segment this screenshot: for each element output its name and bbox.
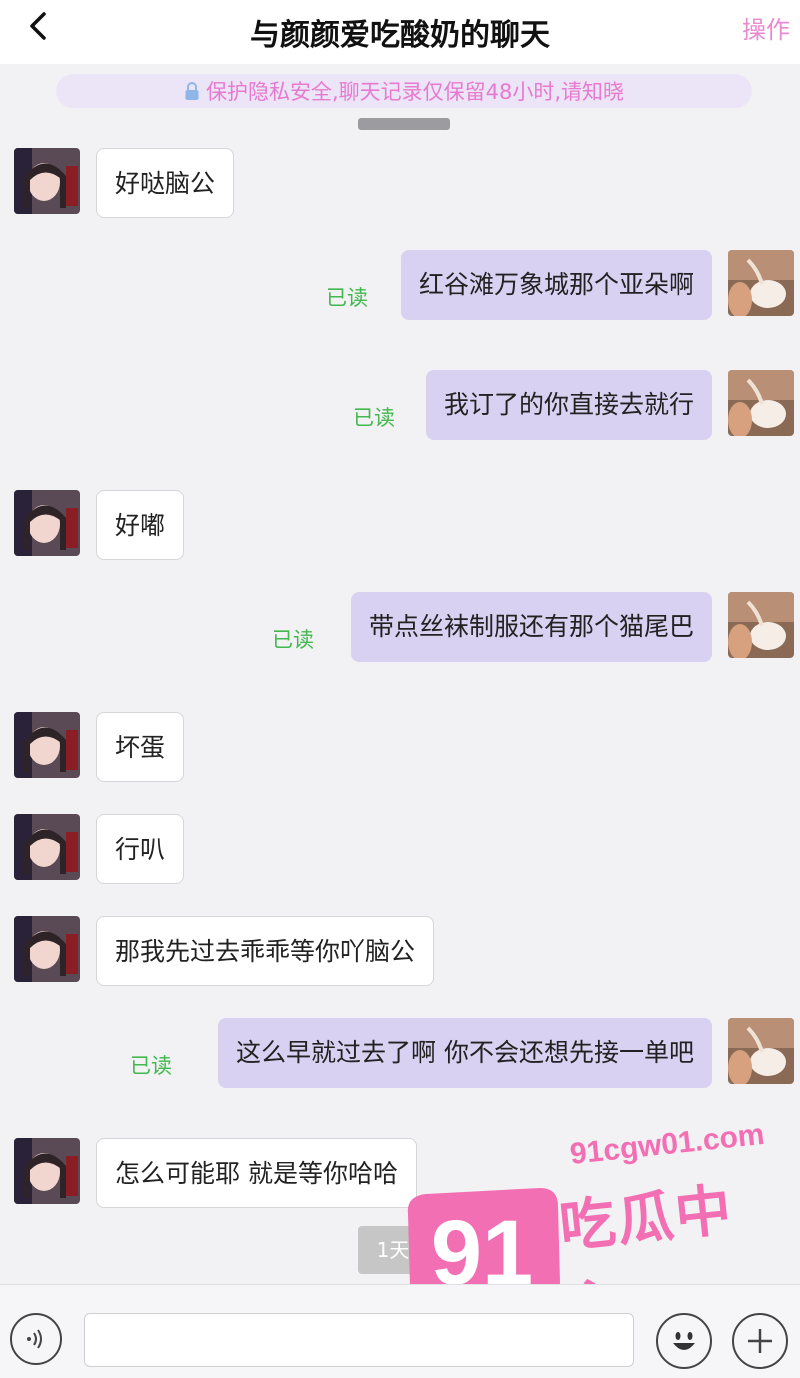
my-avatar[interactable] <box>728 250 794 316</box>
read-status: 已读 <box>272 628 314 652</box>
message-bubble-incoming[interactable]: 怎么可能耶 就是等你哈哈 <box>96 1138 417 1208</box>
message-bubble-outgoing[interactable]: 这么早就过去了啊 你不会还想先接一单吧 <box>218 1018 712 1088</box>
message-input[interactable] <box>85 1314 633 1366</box>
voice-icon <box>27 1329 42 1349</box>
composer-bar <box>0 1284 800 1378</box>
message-bubble-outgoing[interactable]: 我订了的你直接去就行 <box>425 370 712 440</box>
contact-avatar[interactable] <box>14 148 80 214</box>
message-bubble-incoming[interactable]: 坏蛋 <box>96 712 185 782</box>
plus-icon <box>748 1329 772 1353</box>
message-bubble-outgoing[interactable]: 红谷滩万象城那个亚朵啊 <box>400 250 712 320</box>
lock-icon <box>184 81 200 101</box>
read-status: 已读 <box>353 406 395 430</box>
message-bubble-outgoing[interactable]: 带点丝袜制服还有那个猫尾巴 <box>350 592 712 662</box>
message-input-box[interactable] <box>84 1313 634 1367</box>
emoji-button[interactable] <box>656 1313 712 1369</box>
read-status: 已读 <box>326 286 368 310</box>
message-bubble-incoming[interactable]: 行叭 <box>96 814 185 884</box>
my-avatar[interactable] <box>728 370 794 436</box>
contact-avatar[interactable] <box>14 1138 80 1204</box>
voice-button[interactable] <box>10 1313 62 1365</box>
my-avatar[interactable] <box>728 1018 794 1084</box>
message-bubble-incoming[interactable]: 那我先过去乖乖等你吖脑公 <box>96 916 435 986</box>
contact-avatar[interactable] <box>14 490 80 556</box>
contact-avatar[interactable] <box>14 916 80 982</box>
page-title: 与颜颜爱吃酸奶的聊天 <box>250 18 550 53</box>
message-bubble-incoming[interactable]: 好嘟 <box>96 490 185 560</box>
contact-avatar[interactable] <box>14 814 80 880</box>
actions-button[interactable]: 操作 <box>742 10 790 45</box>
privacy-notice: 保护隐私安全,聊天记录仅保留48小时,请知晓 <box>56 74 752 108</box>
chat-header: 与颜颜爱吃酸奶的聊天 操作 <box>0 0 800 64</box>
privacy-notice-text: 保护隐私安全,聊天记录仅保留48小时,请知晓 <box>205 80 625 104</box>
history-handle[interactable] <box>358 118 450 130</box>
read-status: 已读 <box>130 1054 172 1078</box>
contact-avatar[interactable] <box>14 712 80 778</box>
message-bubble-incoming[interactable]: 好哒脑公 <box>96 148 235 218</box>
my-avatar[interactable] <box>728 592 794 658</box>
emoji-icon <box>673 1332 695 1350</box>
plus-button[interactable] <box>732 1313 788 1369</box>
